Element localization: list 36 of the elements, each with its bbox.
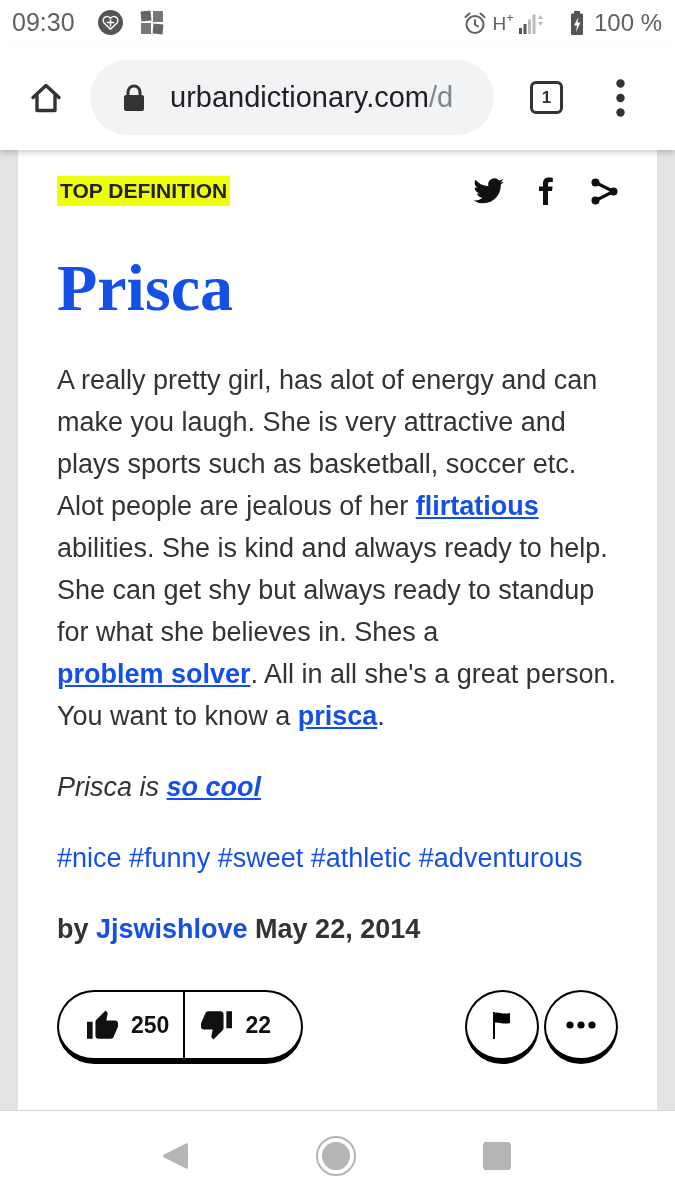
alarm-icon — [462, 10, 487, 35]
tag-link[interactable]: #sweet — [217, 843, 304, 873]
battery-level: 100 % — [593, 8, 662, 37]
definition-link[interactable]: prisca — [297, 701, 378, 731]
twitter-icon[interactable] — [473, 178, 504, 204]
flag-icon — [492, 1011, 512, 1039]
downvote-button[interactable]: 22 — [185, 992, 301, 1058]
word-title: Prisca — [57, 252, 234, 324]
definition-text: A really pretty girl, has alot of energy and can make you laugh. She is very attractive and plays sports such as basketball, soccer etc. Alot people are jealous of her flirtatious abilities. She is kind and always ready to help. She can get shy but always ready to standup for what she believes in. Shes a problem solver. All in all she's a great person. You want to know a prisca. — [57, 364, 617, 733]
network-type: H$^{+}$ — [492, 10, 514, 35]
url-field[interactable]: urbandictionary.com/d — [90, 60, 494, 135]
grid-icon — [139, 10, 164, 35]
tag-link[interactable]: #athletic — [310, 843, 412, 873]
definition-link[interactable]: flirtatious — [415, 491, 539, 521]
share-icon[interactable] — [591, 177, 618, 205]
tag-link[interactable]: #nice — [57, 843, 122, 873]
menu-icon[interactable] — [616, 78, 625, 117]
lock-icon — [123, 84, 145, 111]
example-text: Prisca is so cool — [57, 771, 263, 804]
byline-text: by Jjswishlove May 22, 2014 — [57, 913, 422, 946]
thumbs-down-icon — [201, 1010, 233, 1040]
thumbs-up-icon — [87, 1010, 118, 1040]
more-icon — [566, 1021, 596, 1029]
url-text: urbandictionary.com/d — [170, 81, 454, 114]
author-link[interactable]: Jjswishlove — [96, 914, 248, 944]
facebook-icon[interactable] — [538, 177, 554, 205]
upvote-button[interactable]: 250 — [59, 992, 186, 1058]
status-time: 09:30 — [12, 8, 75, 37]
tag-link[interactable]: #funny — [129, 843, 211, 873]
top-definition-badge: TOP DEFINITION — [57, 176, 231, 206]
tag-link[interactable]: #adventurous — [418, 843, 583, 873]
battery-icon — [570, 10, 583, 35]
home-icon[interactable] — [30, 81, 62, 114]
tab-count-button[interactable]: 1 — [530, 81, 563, 114]
example-link[interactable]: so cool — [166, 772, 262, 802]
definition-link[interactable]: problem solver — [57, 659, 251, 689]
